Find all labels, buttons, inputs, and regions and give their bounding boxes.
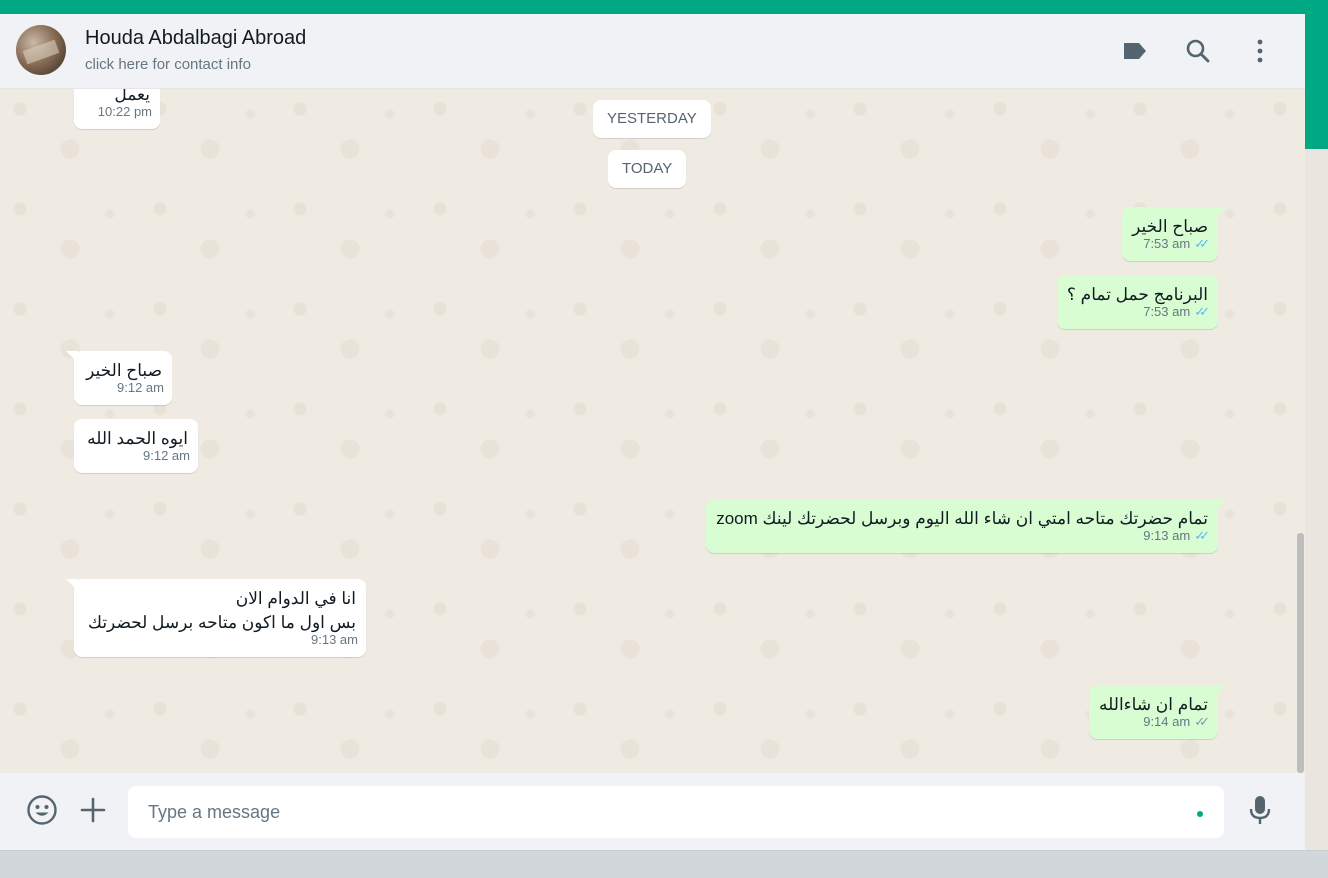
emoji-icon[interactable] [25,793,59,827]
message-meta: 9:12 am [117,376,164,400]
contact-avatar[interactable] [16,25,66,75]
message-meta: 9:13 am [311,628,358,652]
message-meta: 9:14 am ✓✓ [1143,710,1210,734]
message-outgoing[interactable]: تمام حضرتك متاحه امتي ان شاء الله اليوم … [706,499,1226,553]
message-meta: 10:22 pm [98,100,152,124]
read-receipt-icon: ✓✓ [1194,528,1210,543]
message-list[interactable]: يعمل 10:22 pm YESTERDAY TODAY صباح الخير… [0,89,1305,773]
message-time: 9:14 am [1143,714,1191,729]
search-icon[interactable] [1185,38,1211,64]
right-side-panel [1305,149,1328,877]
message-incoming[interactable]: صباح الخير 9:12 am [66,351,172,405]
top-accent-band [0,0,1328,14]
message-meta: 9:12 am [143,444,190,468]
chat-window: Houda Abdalbagi Abroad click here for co… [0,14,1305,850]
message-meta: 7:53 am ✓✓ [1143,300,1210,324]
attach-plus-icon[interactable] [76,793,110,827]
read-receipt-icon: ✓✓ [1194,236,1210,251]
bubble-tail [66,351,78,363]
bubble-tail [1214,499,1226,511]
message-meta: 7:53 am ✓✓ [1143,232,1210,256]
chat-scrollbar[interactable] [1297,533,1304,773]
message-outgoing[interactable]: صباح الخير 7:53 am ✓✓ [1122,207,1226,261]
contact-info-link[interactable]: click here for contact info [85,56,251,73]
date-separator-yesterday: YESTERDAY [593,100,711,138]
menu-icon[interactable] [1247,38,1273,64]
bubble-tail [1214,207,1226,219]
message-outgoing[interactable]: تمام ان شاءالله 9:14 am ✓✓ [1089,685,1226,739]
input-indicator-dot [1197,811,1203,817]
contact-name[interactable]: Houda Abdalbagi Abroad [85,27,306,50]
message-incoming[interactable]: انا في الدوام الان بس اول ما اكون متاحه … [66,579,366,657]
microphone-icon[interactable] [1243,793,1277,827]
composer-bar [0,773,1305,850]
message-time: 7:53 am [1143,304,1191,319]
message-outgoing[interactable]: البرنامج حمل تمام ؟ 7:53 am ✓✓ [1056,275,1218,329]
message-time: 9:13 am [1143,528,1191,543]
chat-header[interactable]: Houda Abdalbagi Abroad click here for co… [0,14,1305,89]
message-meta: 9:13 am ✓✓ [1143,524,1210,548]
message-time: 9:12 am [143,448,190,463]
bubble-tail [66,579,78,591]
delivered-receipt-icon: ✓✓ [1194,714,1210,729]
date-separator-today: TODAY [608,150,687,188]
message-time: 7:53 am [1143,236,1191,251]
right-accent-band [1305,14,1328,149]
message-time: 10:22 pm [97,104,152,119]
message-input[interactable] [128,786,1224,838]
message-time: 9:13 am [311,632,358,647]
message-text-line: انا في الدوام الان [235,589,356,608]
bubble-tail [1214,685,1226,697]
read-receipt-icon: ✓✓ [1194,304,1210,319]
bottom-strip [0,850,1328,878]
message-text: تمام حضرتك متاحه امتي ان شاء الله اليوم … [716,509,1208,528]
label-icon[interactable] [1122,38,1148,64]
message-incoming[interactable]: يعمل 10:22 pm [74,89,160,129]
message-incoming[interactable]: ايوه الحمد الله 9:12 am [74,419,198,473]
message-time: 9:12 am [117,380,164,395]
